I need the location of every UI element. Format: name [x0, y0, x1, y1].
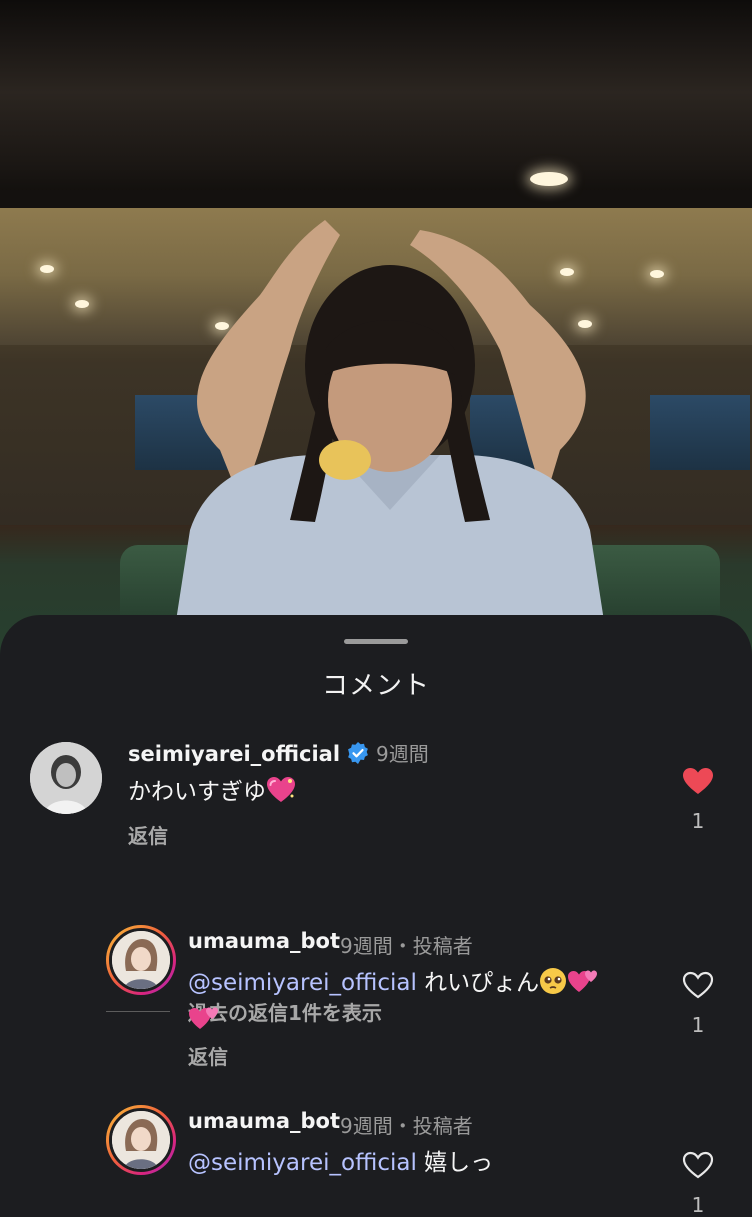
- avatar-photo: [30, 742, 102, 814]
- sparkling-heart-icon: [266, 776, 296, 813]
- two-hearts-icon: [188, 1004, 220, 1041]
- photo-light: [40, 265, 54, 273]
- photo-person: [170, 220, 610, 660]
- photo-window: [650, 395, 750, 470]
- reply-button[interactable]: 返信: [188, 1041, 228, 1070]
- reply-username[interactable]: umauma_bot: [188, 1109, 340, 1133]
- avatar: [109, 928, 173, 992]
- like-button[interactable]: 1: [680, 971, 716, 1037]
- two-hearts-icon: [567, 967, 599, 1004]
- reply-button[interactable]: 返信: [128, 820, 168, 849]
- like-button[interactable]: 1: [680, 1151, 716, 1217]
- mention-link[interactable]: @seimiyarei_official: [188, 970, 417, 996]
- comment-text: かわいすぎゆ: [128, 779, 266, 805]
- heart-filled-icon: [683, 768, 713, 794]
- comment-username-row: seimiyarei_official 9週間: [128, 738, 429, 770]
- heart-outline-icon: [682, 971, 714, 999]
- avatar-story-ring[interactable]: [106, 925, 176, 995]
- avatar-illustration: [112, 1111, 170, 1169]
- avatar: [109, 1108, 173, 1172]
- mention-link[interactable]: @seimiyarei_official: [188, 1150, 417, 1176]
- comment-text-row: かわいすぎゆ: [128, 776, 296, 813]
- reply-text: れいぴょん: [416, 970, 540, 996]
- pleading-face-icon: [539, 967, 567, 1004]
- reply-time: 9週間・投稿者: [340, 1114, 473, 1138]
- comment-time: 9週間: [376, 742, 429, 766]
- sheet-title: コメント: [321, 671, 430, 701]
- photo-beam: [0, 0, 752, 205]
- comments-sheet: コメント seimiyarei_official 9週間 かわいすぎゆ 返信 1 …: [0, 615, 752, 1217]
- verified-badge-icon: [346, 741, 370, 770]
- photo-light: [650, 270, 664, 278]
- avatar-story-ring[interactable]: [106, 1105, 176, 1175]
- like-count: 1: [691, 1193, 705, 1217]
- like-button[interactable]: 1: [680, 767, 716, 833]
- sheet-drag-handle[interactable]: [344, 639, 408, 644]
- like-count: 1: [691, 809, 705, 833]
- reply-username[interactable]: umauma_bot: [188, 929, 340, 953]
- reply-time: 9週間・投稿者: [340, 934, 473, 958]
- view-replies-divider: [106, 1011, 170, 1012]
- like-count: 1: [691, 1013, 705, 1037]
- comment-username[interactable]: seimiyarei_official: [128, 742, 340, 766]
- photo-light: [75, 300, 89, 308]
- reply-text: 嬉しっ: [416, 1150, 494, 1176]
- avatar[interactable]: [30, 742, 102, 814]
- post-photo: [0, 0, 752, 660]
- reply-text-row: @seimiyarei_official 嬉しっ: [188, 1147, 648, 1179]
- avatar-illustration: [112, 931, 170, 989]
- photo-ceiling-light: [530, 172, 568, 186]
- heart-outline-icon: [682, 1151, 714, 1179]
- reply-text-row: @seimiyarei_official れいぴょん: [188, 967, 648, 1041]
